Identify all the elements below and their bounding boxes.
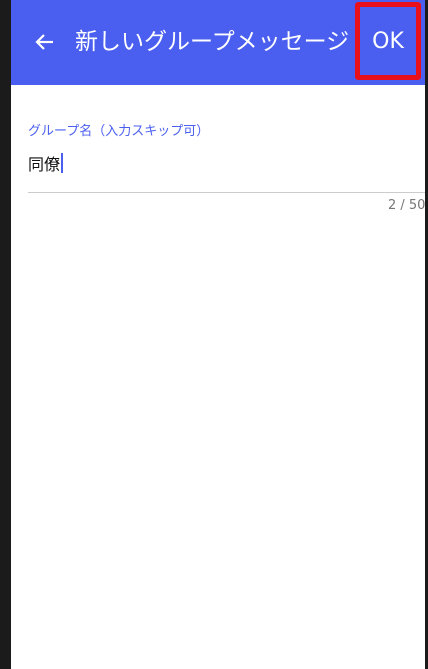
character-counter: 2 / 50 <box>388 198 425 213</box>
text-caret <box>61 153 64 173</box>
back-arrow-icon <box>35 34 53 50</box>
group-name-label: グループ名（入力スキップ可） <box>28 124 210 139</box>
back-button[interactable] <box>25 22 65 62</box>
ok-button-label: OK <box>372 28 404 54</box>
group-name-value: 同僚 <box>28 155 61 174</box>
input-underline <box>28 192 425 193</box>
group-name-input[interactable]: 同僚 <box>28 150 64 176</box>
page-title: 新しいグループメッセージ <box>75 29 350 55</box>
device-frame-left <box>0 0 11 669</box>
screen: 新しいグループメッセージ OK グループ名（入力スキップ可） 同僚 2 / 50 <box>0 0 428 669</box>
ok-button[interactable]: OK <box>355 2 421 80</box>
